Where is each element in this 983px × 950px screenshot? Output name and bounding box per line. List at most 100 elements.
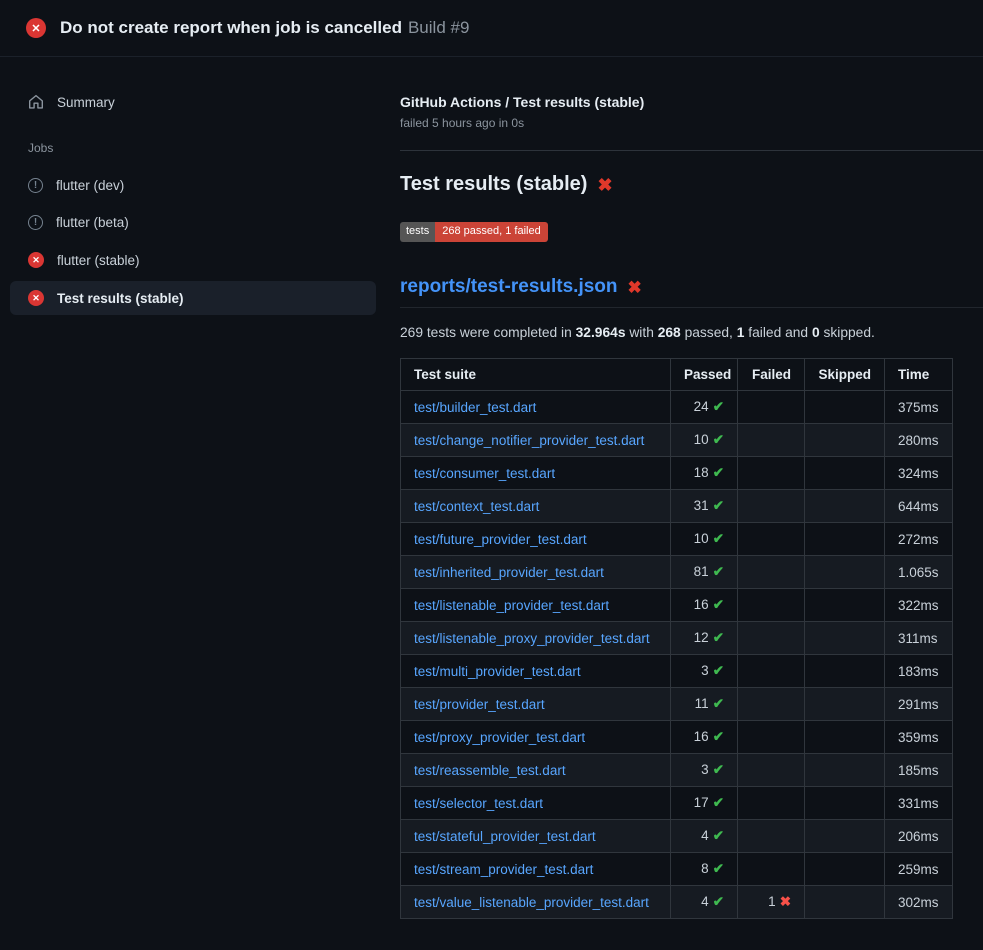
time-cell: 375ms [885, 391, 953, 424]
table-row: test/listenable_provider_test.dart 16✔ 3… [401, 589, 953, 622]
suite-link[interactable]: test/consumer_test.dart [414, 466, 555, 481]
suite-link[interactable]: test/builder_test.dart [414, 400, 536, 415]
failed-cell [738, 820, 805, 853]
skipped-cell [805, 853, 885, 886]
skipped-cell [805, 457, 885, 490]
passed-cell: 4✔ [671, 820, 738, 853]
passed-cell: 3✔ [671, 655, 738, 688]
passed-cell: 17✔ [671, 787, 738, 820]
table-row: test/change_notifier_provider_test.dart … [401, 424, 953, 457]
table-row: test/consumer_test.dart 18✔ 324ms [401, 457, 953, 490]
skipped-cell [805, 886, 885, 919]
table-row: test/reassemble_test.dart 3✔ 185ms [401, 754, 953, 787]
passed-cell: 4✔ [671, 886, 738, 919]
suite-link[interactable]: test/selector_test.dart [414, 796, 543, 811]
col-header-failed: Failed [738, 359, 805, 391]
check-icon: ✔ [713, 564, 724, 579]
failed-cell [738, 655, 805, 688]
failed-cell [738, 688, 805, 721]
table-row: test/listenable_proxy_provider_test.dart… [401, 622, 953, 655]
page-header: ✕ Do not create report when job is cance… [0, 0, 983, 57]
cross-icon: ✖ [780, 894, 791, 909]
suite-link[interactable]: test/stream_provider_test.dart [414, 862, 593, 877]
time-cell: 644ms [885, 490, 953, 523]
suite-link[interactable]: test/stateful_provider_test.dart [414, 829, 596, 844]
col-header-test-suite: Test suite [401, 359, 671, 391]
failed-cell [738, 622, 805, 655]
time-cell: 302ms [885, 886, 953, 919]
passed-cell: 11✔ [671, 688, 738, 721]
suite-link[interactable]: test/value_listenable_provider_test.dart [414, 895, 649, 910]
suite-link[interactable]: test/inherited_provider_test.dart [414, 565, 604, 580]
passed-cell: 3✔ [671, 754, 738, 787]
suite-link[interactable]: test/context_test.dart [414, 499, 539, 514]
badge-value: 268 passed, 1 failed [435, 222, 547, 242]
sidebar-item-job[interactable]: ! flutter (beta) [10, 206, 376, 239]
time-cell: 331ms [885, 787, 953, 820]
table-row: test/proxy_provider_test.dart 16✔ 359ms [401, 721, 953, 754]
check-icon: ✔ [713, 465, 724, 480]
x-circle-icon: ✕ [28, 252, 44, 268]
sidebar-item-summary[interactable]: Summary [10, 85, 376, 119]
check-icon: ✔ [713, 597, 724, 612]
summary-line: 269 tests were completed in 32.964s with… [400, 325, 983, 340]
table-row: test/builder_test.dart 24✔ 375ms [401, 391, 953, 424]
skipped-cell [805, 688, 885, 721]
time-cell: 1.065s [885, 556, 953, 589]
home-icon [28, 94, 44, 110]
skipped-cell [805, 655, 885, 688]
passed-cell: 8✔ [671, 853, 738, 886]
table-row: test/stream_provider_test.dart 8✔ 259ms [401, 853, 953, 886]
failed-cell [738, 523, 805, 556]
passed-cell: 12✔ [671, 622, 738, 655]
skipped-cell [805, 391, 885, 424]
failed-cell [738, 556, 805, 589]
passed-cell: 10✔ [671, 523, 738, 556]
time-cell: 272ms [885, 523, 953, 556]
failed-cell [738, 754, 805, 787]
check-icon: ✔ [713, 729, 724, 744]
skipped-cell [805, 490, 885, 523]
main-content: GitHub Actions / Test results (stable) f… [400, 57, 983, 950]
suite-link[interactable]: test/listenable_provider_test.dart [414, 598, 609, 613]
suite-link[interactable]: test/change_notifier_provider_test.dart [414, 433, 644, 448]
failed-cell [738, 424, 805, 457]
time-cell: 359ms [885, 721, 953, 754]
suite-link[interactable]: test/reassemble_test.dart [414, 763, 566, 778]
col-header-skipped: Skipped [805, 359, 885, 391]
check-icon: ✔ [713, 894, 724, 909]
check-icon: ✔ [713, 861, 724, 876]
suite-link[interactable]: test/provider_test.dart [414, 697, 545, 712]
suite-link[interactable]: test/listenable_proxy_provider_test.dart [414, 631, 650, 646]
time-cell: 280ms [885, 424, 953, 457]
sidebar-item-job[interactable]: ✕ flutter (stable) [10, 243, 376, 277]
failed-cell [738, 853, 805, 886]
suite-link[interactable]: test/proxy_provider_test.dart [414, 730, 585, 745]
check-icon: ✔ [713, 696, 724, 711]
table-row: test/provider_test.dart 11✔ 291ms [401, 688, 953, 721]
job-label: Test results (stable) [57, 291, 184, 306]
failed-cell [738, 787, 805, 820]
check-icon: ✔ [713, 399, 724, 414]
report-file-link[interactable]: reports/test-results.json [400, 276, 618, 298]
job-section-title-text: Test results (stable) [400, 173, 587, 196]
time-cell: 291ms [885, 688, 953, 721]
job-label: flutter (beta) [56, 215, 129, 230]
jobs-section-label: Jobs [28, 141, 376, 155]
job-label: flutter (stable) [57, 253, 140, 268]
time-cell: 259ms [885, 853, 953, 886]
divider [400, 150, 983, 151]
sidebar-item-job[interactable]: ! flutter (dev) [10, 169, 376, 202]
check-icon: ✔ [713, 531, 724, 546]
table-header-row: Test suite Passed Failed Skipped Time [401, 359, 953, 391]
skipped-cell [805, 556, 885, 589]
breadcrumb: GitHub Actions / Test results (stable) [400, 94, 983, 110]
suite-link[interactable]: test/multi_provider_test.dart [414, 664, 581, 679]
failed-cell [738, 391, 805, 424]
test-results-table: Test suite Passed Failed Skipped Time te… [400, 358, 953, 919]
suite-link[interactable]: test/future_provider_test.dart [414, 532, 587, 547]
workflow-run-title: Do not create report when job is cancell… [60, 18, 402, 37]
sidebar-item-job[interactable]: ✕ Test results (stable) [10, 281, 376, 315]
job-label: flutter (dev) [56, 178, 124, 193]
skipped-cell [805, 820, 885, 853]
